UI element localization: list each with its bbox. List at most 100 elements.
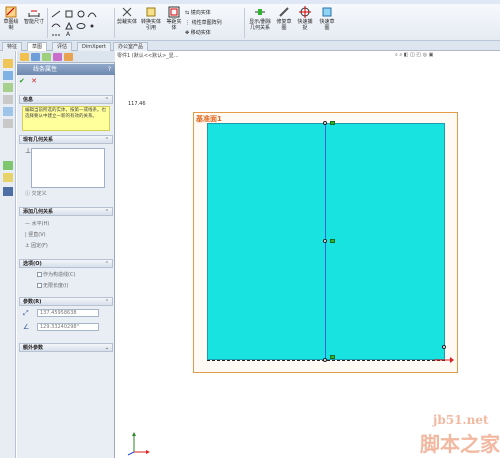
- tab-sketch[interactable]: 草图: [27, 42, 48, 51]
- tab-dimxpert[interactable]: DimXpert: [77, 42, 111, 51]
- section-extra-params-title: 额外参数: [23, 345, 44, 351]
- convert-icon: [146, 7, 156, 17]
- linear-pattern-icon: ⋮: [185, 20, 192, 26]
- relation-icon[interactable]: [3, 161, 13, 170]
- chevron-down-icon: ⌄: [104, 345, 109, 351]
- chevron-up-icon: ⌃: [104, 299, 109, 305]
- relation-horizontal[interactable]: — 水平(H): [25, 220, 49, 227]
- center-point[interactable]: [323, 239, 327, 243]
- watermark-site: jb51.net: [433, 413, 489, 427]
- existing-relations-list[interactable]: [31, 148, 105, 188]
- section-options[interactable]: 选项(O) ⌃: [19, 259, 113, 268]
- filter-icon[interactable]: [3, 119, 13, 128]
- linear-pattern-label: 线性草图阵列: [191, 20, 222, 26]
- chevron-up-icon: ⌃: [104, 97, 109, 103]
- repair-label: 修复草图: [276, 19, 292, 31]
- move-entities-button[interactable]: ✥ 移动实体: [185, 29, 211, 36]
- solidworks-window: 草图绘制 智能尺寸 A 剪裁实体 转换实体引用 等距实体 ⇆ 镜向实体 ⋮ 线性…: [0, 0, 500, 458]
- dimxpert-tab-icon[interactable]: [53, 53, 62, 61]
- sketch-tools-icon: A: [51, 10, 97, 38]
- heads-up-toolbar[interactable]: ⌕ ⌕ ◧ ◫ ◰ ◎ ▣: [395, 52, 433, 58]
- configuration-tab-icon[interactable]: [42, 53, 51, 61]
- rapid-sketch-label: 快速草图: [319, 19, 335, 31]
- section-extra-params[interactable]: 额外参数 ⌄: [19, 343, 113, 352]
- relation-vertical[interactable]: | 竖直(V): [25, 231, 46, 238]
- sketch-icon: [5, 6, 17, 18]
- relation-fix-label: 固定(F): [31, 243, 48, 249]
- linear-pattern-button[interactable]: ⋮ 线性草图阵列: [185, 19, 222, 26]
- display-tab-icon[interactable]: [64, 53, 73, 61]
- corner-point[interactable]: [442, 345, 446, 349]
- sketch-label: 草图绘制: [3, 19, 19, 31]
- ribbon-divider: [244, 8, 245, 38]
- section-parameters[interactable]: 参数(R) ⌃: [19, 297, 113, 306]
- smart-dimension-label: 智能尺寸: [24, 19, 45, 25]
- ribbon-divider: [114, 8, 115, 38]
- section-parameters-title: 参数(R): [23, 299, 42, 305]
- origin-x-arrow-icon: [434, 357, 454, 363]
- midpoint-relation-icon[interactable]: [330, 239, 335, 243]
- panel-title: 线条属性: [33, 66, 58, 73]
- section-message-title: 信息: [23, 97, 34, 103]
- line-tool-group[interactable]: A: [50, 9, 110, 39]
- trim-label: 剪裁实体: [117, 19, 138, 25]
- section-add-relations[interactable]: 添加几何关系 ⌃: [19, 207, 113, 216]
- construction-checkbox[interactable]: [37, 272, 42, 277]
- help-icon[interactable]: ?: [108, 64, 111, 75]
- chevron-up-icon: ⌃: [104, 209, 109, 215]
- display-relations-button[interactable]: 显示/删除几何关系: [248, 6, 272, 31]
- rebuild-icon[interactable]: [3, 187, 13, 196]
- bottom-endpoint[interactable]: [323, 358, 327, 362]
- rapid-sketch-button[interactable]: 快速草图: [318, 6, 336, 31]
- panel-tabs: [17, 51, 115, 63]
- top-endpoint[interactable]: [323, 121, 327, 125]
- trim-icon: [122, 7, 132, 17]
- watermark-name: 脚本之家: [420, 432, 500, 456]
- view-icon[interactable]: [3, 107, 13, 116]
- convert-entities-button[interactable]: 转换实体引用: [140, 6, 162, 31]
- property-manager-tab-icon[interactable]: [31, 53, 40, 61]
- smart-dimension-button[interactable]: 智能尺寸: [24, 6, 44, 25]
- repair-sketch-button[interactable]: 修复草图: [275, 6, 293, 31]
- option-construction-label: 作为构造线(C): [43, 272, 76, 278]
- quick-snaps-button[interactable]: 快速捕捉: [296, 6, 314, 31]
- ok-button[interactable]: ✔: [19, 77, 25, 85]
- relation-fix[interactable]: ⚓ 固定(F): [25, 242, 48, 249]
- property-icon[interactable]: [3, 71, 13, 80]
- panel-title-bar: 线条属性 ?: [17, 64, 115, 75]
- infinite-length-checkbox[interactable]: [37, 283, 42, 288]
- relations-icon: [255, 9, 265, 15]
- offset-entities-button[interactable]: 等距实体: [165, 6, 183, 31]
- status-text: 欠定义: [31, 191, 47, 197]
- mirror-entities-button[interactable]: ⇆ 镜向实体: [185, 9, 211, 16]
- display-icon[interactable]: [3, 95, 13, 104]
- tab-evaluate[interactable]: 评估: [52, 42, 73, 51]
- smart-dimension-icon: [28, 10, 40, 17]
- feature-tree-icon[interactable]: [3, 59, 13, 68]
- midpoint-relation-icon[interactable]: [330, 121, 335, 125]
- snap-icon[interactable]: [3, 173, 13, 182]
- tab-features[interactable]: 特征: [2, 42, 23, 51]
- config-icon[interactable]: [3, 83, 13, 92]
- breadcrumb[interactable]: 零件1 (默认<<默认>_显...: [117, 52, 179, 59]
- cancel-button[interactable]: ✕: [31, 77, 37, 85]
- display-relations-label: 显示/删除几何关系: [249, 19, 271, 31]
- sketch-button[interactable]: 草图绘制: [2, 6, 20, 31]
- chevron-up-icon: ⌃: [104, 137, 109, 143]
- feature-manager-tab-icon[interactable]: [20, 53, 29, 61]
- horizontal-icon: —: [25, 221, 32, 227]
- angle-field[interactable]: 129.33240298°: [37, 323, 99, 331]
- length-field[interactable]: 137.45958638: [37, 309, 99, 317]
- coincident-relation-icon[interactable]: [330, 355, 335, 359]
- option-infinite[interactable]: 无限长度(I): [37, 282, 68, 289]
- option-construction[interactable]: 作为构造线(C): [37, 271, 75, 278]
- info-icon: ⓘ: [25, 191, 32, 197]
- section-message[interactable]: 信息 ⌃: [19, 95, 113, 104]
- trim-entities-button[interactable]: 剪裁实体: [117, 6, 137, 25]
- tab-office-products[interactable]: 办公室产品: [113, 42, 149, 51]
- status-row: ⓘ 欠定义: [25, 190, 47, 197]
- convert-label: 转换实体引用: [140, 19, 161, 31]
- triad-icon: [127, 432, 150, 456]
- section-existing-relations[interactable]: 现有几何关系 ⌃: [19, 135, 113, 144]
- view-orient-icon: ◧ ◫ ◰ ◎ ▣: [403, 52, 434, 58]
